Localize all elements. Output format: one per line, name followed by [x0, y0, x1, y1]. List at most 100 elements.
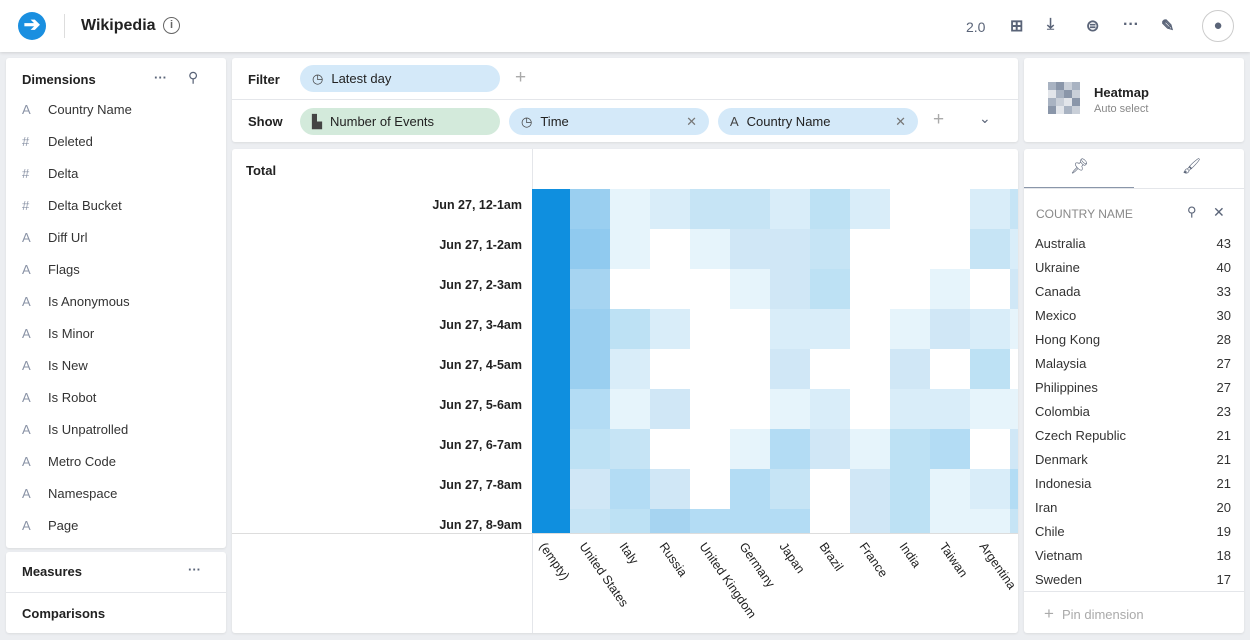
- heatmap-cell[interactable]: [970, 469, 1010, 509]
- show-pill-number-of-events[interactable]: ▙ Number of Events: [300, 108, 500, 135]
- heatmap-cell[interactable]: [650, 349, 690, 389]
- version-label[interactable]: 2.0: [966, 19, 985, 35]
- heatmap-cell[interactable]: [650, 269, 690, 309]
- heatmap-cell[interactable]: [850, 269, 890, 309]
- heatmap-cell[interactable]: [610, 189, 650, 229]
- heatmap-cell[interactable]: [532, 269, 570, 309]
- show-pill-country-name[interactable]: A Country Name ✕: [718, 108, 918, 135]
- heatmap-cell[interactable]: [1010, 269, 1018, 309]
- pin-list-item[interactable]: Vietnam 18: [1035, 548, 1231, 563]
- heatmap-cell[interactable]: [532, 309, 570, 349]
- heatmap-cell[interactable]: [570, 189, 610, 229]
- heatmap-cell[interactable]: [730, 509, 770, 533]
- heatmap-cell[interactable]: [970, 349, 1010, 389]
- heatmap-cell[interactable]: [1010, 189, 1018, 229]
- heatmap-cell[interactable]: [1010, 389, 1018, 429]
- heatmap-cell[interactable]: [890, 229, 930, 269]
- sidebar-dimension-item[interactable]: A Is New: [22, 358, 88, 373]
- heatmap-cell[interactable]: [850, 509, 890, 533]
- heatmap-cell[interactable]: [850, 349, 890, 389]
- heatmap-cell[interactable]: [930, 269, 970, 309]
- remove-icon[interactable]: ✕: [895, 108, 906, 135]
- heatmap-cell[interactable]: [1010, 429, 1018, 469]
- heatmap-cell[interactable]: [930, 189, 970, 229]
- sidebar-dimension-item[interactable]: A Flags: [22, 262, 80, 277]
- heatmap-cell[interactable]: [810, 309, 850, 349]
- heatmap-cell[interactable]: [810, 269, 850, 309]
- heatmap-cell[interactable]: [610, 349, 650, 389]
- heatmap-cell[interactable]: [770, 389, 810, 429]
- heatmap-cell[interactable]: [650, 429, 690, 469]
- visualization-selector[interactable]: Heatmap Auto select: [1024, 58, 1244, 142]
- heatmap-cell[interactable]: [610, 269, 650, 309]
- heatmap-cell[interactable]: [930, 509, 970, 533]
- heatmap-cell[interactable]: [770, 309, 810, 349]
- pin-list-item[interactable]: Canada 33: [1035, 284, 1231, 299]
- sidebar-dimension-item[interactable]: # Delta Bucket: [22, 198, 122, 213]
- heatmap-cell[interactable]: [650, 469, 690, 509]
- heatmap-cell[interactable]: [730, 269, 770, 309]
- toggle-icon[interactable]: ⊜: [1086, 16, 1099, 36]
- heatmap-cell[interactable]: [570, 349, 610, 389]
- pin-list-item[interactable]: Philippines 27: [1035, 380, 1231, 395]
- heatmap-cell[interactable]: [730, 229, 770, 269]
- heatmap-cell[interactable]: [850, 429, 890, 469]
- sidebar-dimension-item[interactable]: A Page: [22, 518, 78, 533]
- heatmap-cell[interactable]: [650, 189, 690, 229]
- heatmap-cell[interactable]: [770, 349, 810, 389]
- sidebar-dimension-item[interactable]: A Is Minor: [22, 326, 94, 341]
- heatmap-cell[interactable]: [970, 389, 1010, 429]
- pin-list-item[interactable]: Indonesia 21: [1035, 476, 1231, 491]
- pin-list-item[interactable]: Iran 20: [1035, 500, 1231, 515]
- heatmap-cell[interactable]: [890, 509, 930, 533]
- search-icon[interactable]: ⚲: [188, 69, 198, 86]
- heatmap-cell[interactable]: [532, 389, 570, 429]
- heatmap-cell[interactable]: [930, 229, 970, 269]
- heatmap-cell[interactable]: [890, 349, 930, 389]
- heatmap-cell[interactable]: [532, 189, 570, 229]
- heatmap-cell[interactable]: [650, 229, 690, 269]
- add-tile-icon[interactable]: ⊞: [1010, 16, 1023, 36]
- heatmap-cell[interactable]: [532, 509, 570, 533]
- sidebar-dimension-item[interactable]: # Deleted: [22, 134, 93, 149]
- more-icon[interactable]: ···: [154, 70, 167, 85]
- heatmap-cell[interactable]: [1010, 469, 1018, 509]
- heatmap-cell[interactable]: [890, 189, 930, 229]
- heatmap-cell[interactable]: [730, 189, 770, 229]
- heatmap-cell[interactable]: [1010, 229, 1018, 269]
- sidebar-dimension-item[interactable]: A Diff Url: [22, 230, 87, 245]
- search-icon[interactable]: ⚲: [1187, 204, 1197, 220]
- heatmap-cell[interactable]: [890, 469, 930, 509]
- show-pill-time[interactable]: ◷ Time ✕: [509, 108, 709, 135]
- info-icon[interactable]: i: [163, 17, 180, 34]
- heatmap-cell[interactable]: [570, 469, 610, 509]
- heatmap-cell[interactable]: [532, 469, 570, 509]
- heatmap-cell[interactable]: [770, 509, 810, 533]
- heatmap-cell[interactable]: [730, 389, 770, 429]
- heatmap-cell[interactable]: [770, 429, 810, 469]
- heatmap-cell[interactable]: [810, 429, 850, 469]
- heatmap-cell[interactable]: [930, 389, 970, 429]
- heatmap-cell[interactable]: [1010, 309, 1018, 349]
- heatmap-cell[interactable]: [690, 389, 730, 429]
- heatmap-cell[interactable]: [690, 429, 730, 469]
- heatmap-cell[interactable]: [570, 509, 610, 533]
- filter-pill-latest-day[interactable]: ◷ Latest day: [300, 65, 500, 92]
- paint-brush-tab-icon[interactable]: 🖌︎: [1182, 157, 1201, 175]
- measures-title[interactable]: Measures: [22, 564, 82, 579]
- heatmap-cell[interactable]: [1010, 509, 1018, 533]
- pin-list-item[interactable]: Czech Republic 21: [1035, 428, 1231, 443]
- arrow-right-logo-icon[interactable]: ➔: [18, 12, 46, 40]
- heatmap-cell[interactable]: [850, 229, 890, 269]
- sidebar-dimension-item[interactable]: # Delta: [22, 166, 78, 181]
- heatmap-cell[interactable]: [532, 349, 570, 389]
- heatmap-cell[interactable]: [930, 469, 970, 509]
- heatmap-cell[interactable]: [570, 309, 610, 349]
- heatmap-cell[interactable]: [610, 229, 650, 269]
- sidebar-dimension-item[interactable]: A Metro Code: [22, 454, 116, 469]
- remove-icon[interactable]: ✕: [686, 108, 697, 135]
- heatmap-cell[interactable]: [850, 469, 890, 509]
- download-icon[interactable]: ⤓: [1047, 16, 1054, 34]
- heatmap-cell[interactable]: [970, 269, 1010, 309]
- heatmap-cell[interactable]: [690, 469, 730, 509]
